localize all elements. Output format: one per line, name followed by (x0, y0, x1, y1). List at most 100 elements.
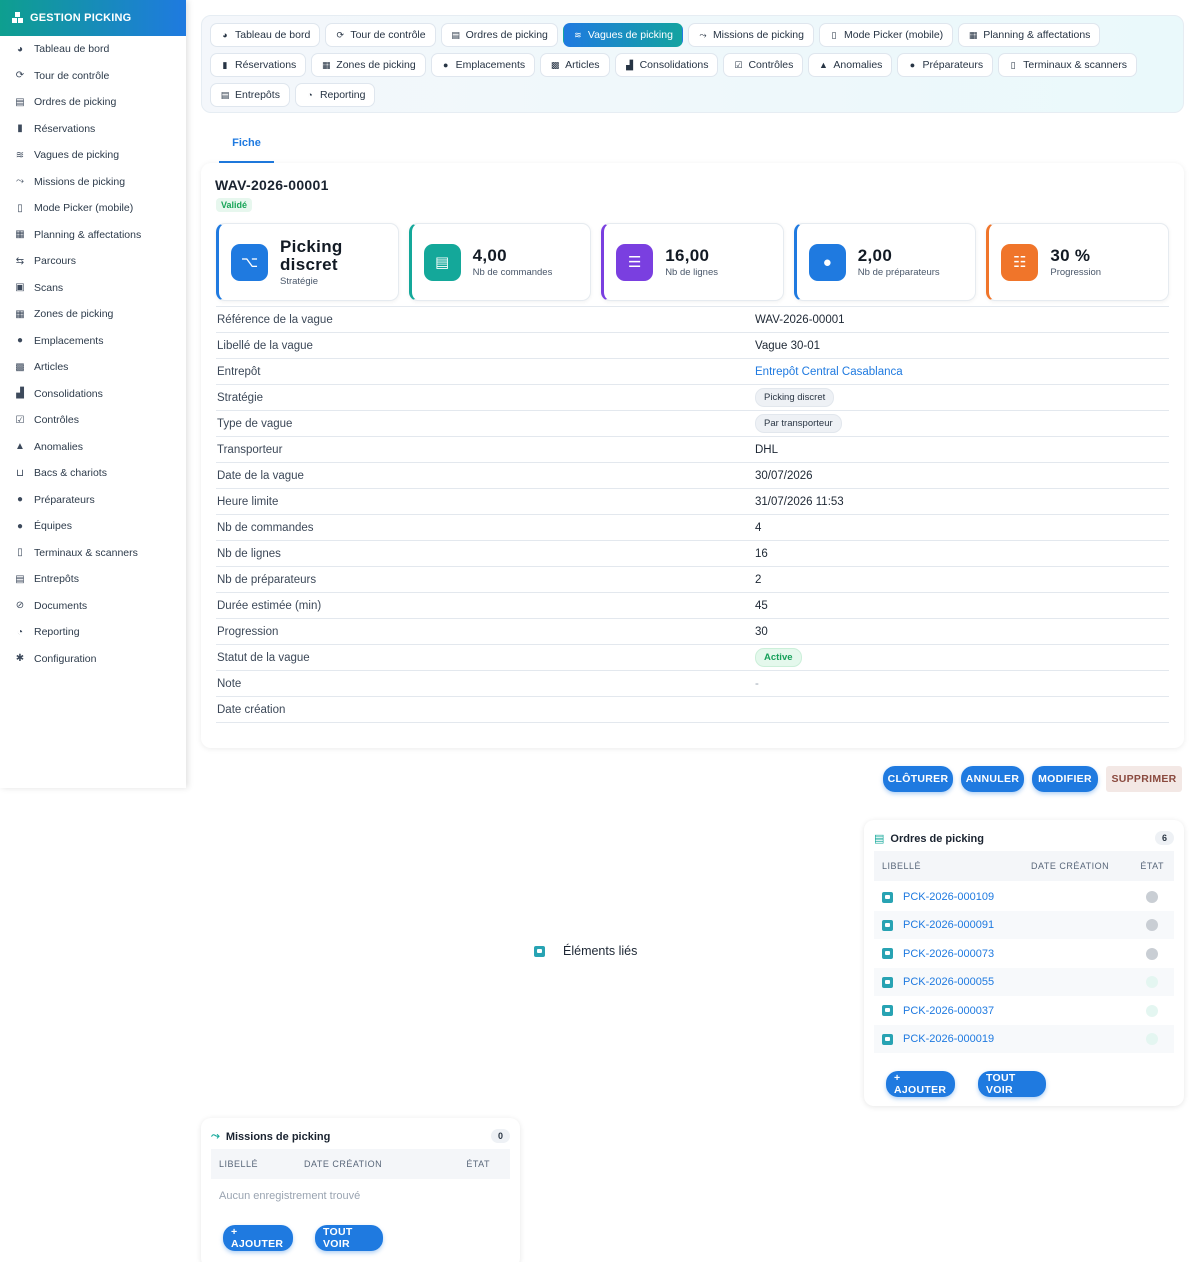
nav-pill-label: Ordres de picking (465, 29, 548, 41)
delete-button[interactable]: SUPPRIMER (1106, 766, 1182, 792)
orders-add-button[interactable]: + AJOUTER (886, 1071, 955, 1097)
nav-pill-row3-1[interactable]: ◔ Reporting (294, 83, 376, 107)
nav-pill-row2-5[interactable]: ☑ Contrôles (723, 53, 804, 77)
nav-pill-row2-4[interactable]: ▟ Consolidations (614, 53, 719, 77)
detail-value[interactable]: Entrepôt Central Casablanca (755, 366, 903, 378)
sidebar-item-2[interactable]: ▤ Ordres de picking (0, 89, 186, 116)
sidebar-item-15[interactable]: ▲ Anomalies (0, 434, 186, 461)
edit-button[interactable]: MODIFIER (1032, 766, 1098, 792)
col-libelle[interactable]: LIBELLÉ (882, 861, 921, 871)
missions-add-button[interactable]: + AJOUTER (223, 1225, 293, 1251)
table-row[interactable]: PCK-2026-000109 (874, 883, 1174, 911)
module-nav-row-3: ▤ Entrepôts ◔ Reporting (210, 83, 376, 107)
nav-pill-row1-2[interactable]: ▤ Ordres de picking (440, 23, 558, 47)
detail-label: Type de vague (217, 417, 293, 430)
nav-pill-label: Tableau de bord (235, 29, 311, 41)
sidebar-item-10[interactable]: ▦ Zones de picking (0, 301, 186, 328)
sidebar-item-13[interactable]: ▟ Consolidations (0, 381, 186, 408)
col-etat[interactable]: ÉTAT (1140, 861, 1164, 871)
list-icon: ☰ (616, 243, 654, 281)
sidebar-item-4[interactable]: ≋ Vagues de picking (0, 142, 186, 169)
tab-fiche[interactable]: Fiche (219, 125, 274, 163)
sidebar-item-17[interactable]: ● Préparateurs (0, 487, 186, 514)
sidebar-item-14[interactable]: ☑ Contrôles (0, 407, 186, 434)
sidebar-item-19[interactable]: ▯ Terminaux & scanners (0, 540, 186, 567)
sidebar-item-21[interactable]: ⊘ Documents (0, 593, 186, 620)
detail-value: 2 (755, 573, 762, 586)
table-row[interactable]: PCK-2026-000019 (874, 1025, 1174, 1053)
nav-pill-row1-5[interactable]: ▯ Mode Picker (mobile) (818, 23, 954, 47)
order-link[interactable]: PCK-2026-000073 (903, 948, 994, 960)
user-gear-icon: ● (16, 494, 24, 506)
order-link[interactable]: PCK-2026-000019 (903, 1033, 994, 1045)
order-link[interactable]: PCK-2026-000055 (903, 976, 994, 988)
sidebar-item-7[interactable]: ▦ Planning & affectations (0, 222, 186, 249)
order-link[interactable]: PCK-2026-000109 (903, 891, 994, 903)
sidebar-item-1[interactable]: ⟳ Tour de contrôle (0, 63, 186, 90)
order-link[interactable]: PCK-2026-000037 (903, 1005, 994, 1017)
sidebar-item-23[interactable]: ✱ Configuration (0, 646, 186, 673)
sidebar-item-11[interactable]: ● Emplacements (0, 328, 186, 355)
table-row[interactable]: PCK-2026-000091 (874, 911, 1174, 940)
table-row[interactable]: PCK-2026-000037 (874, 997, 1174, 1025)
sidebar-item-6[interactable]: ▯ Mode Picker (mobile) (0, 195, 186, 222)
sidebar-item-16[interactable]: ⊔ Bacs & chariots (0, 460, 186, 487)
col-date-creation[interactable]: DATE CRÉATION (304, 1159, 382, 1169)
missions-view-all-button[interactable]: TOUT VOIR (315, 1225, 383, 1251)
linked-title: Éléments liés (563, 944, 638, 958)
nav-pill-row1-6[interactable]: ▦ Planning & affectations (958, 23, 1101, 47)
nav-pill-row2-1[interactable]: ▦ Zones de picking (311, 53, 426, 77)
cancel-button[interactable]: ANNULER (961, 766, 1024, 792)
state-dot (1146, 1033, 1158, 1045)
nav-pill-row2-2[interactable]: ● Emplacements (430, 53, 536, 77)
sidebar-item-0[interactable]: ◕ Tableau de bord (0, 36, 186, 63)
nav-pill-row2-8[interactable]: ▯ Terminaux & scanners (998, 53, 1138, 77)
table-row[interactable]: PCK-2026-000055 (874, 968, 1174, 997)
sidebar-item-12[interactable]: ▩ Articles (0, 354, 186, 381)
sidebar-item-20[interactable]: ▤ Entrepôts (0, 566, 186, 593)
sidebar-item-18[interactable]: ● Équipes (0, 513, 186, 540)
kpi-text: 4,00 Nb de commandes (472, 246, 553, 278)
sidebar-item-8[interactable]: ⇆ Parcours (0, 248, 186, 275)
location-pin-icon: ● (16, 335, 24, 347)
nav-pill-row1-4[interactable]: ⤳ Missions de picking (687, 23, 814, 47)
sidebar-item-5[interactable]: ⤳ Missions de picking (0, 169, 186, 196)
detail-value: Active (755, 648, 802, 667)
col-etat[interactable]: ÉTAT (466, 1159, 490, 1169)
close-button[interactable]: CLÔTURER (883, 766, 953, 792)
dashboard-icon: ◕ (222, 30, 228, 40)
sidebar-item-3[interactable]: ▮ Réservations (0, 116, 186, 143)
nav-pill-row2-6[interactable]: ▲ Anomalies (808, 53, 893, 77)
nav-pill-row2-3[interactable]: ▩ Articles (540, 53, 610, 77)
kpi-value: 30 % (1050, 245, 1091, 265)
detail-label: Nb de commandes (217, 521, 314, 534)
mobile-icon: ▯ (831, 29, 837, 40)
nav-pill-row1-0[interactable]: ◕ Tableau de bord (210, 23, 321, 47)
detail-value: - (755, 677, 759, 690)
col-libelle[interactable]: LIBELLÉ (219, 1159, 258, 1169)
table-row[interactable]: PCK-2026-000073 (874, 940, 1174, 968)
state-dot (1146, 919, 1158, 932)
order-icon (882, 1033, 893, 1045)
col-date-creation[interactable]: DATE CRÉATION (1031, 861, 1109, 871)
nav-pill-row3-0[interactable]: ▤ Entrepôts (210, 83, 290, 107)
sidebar-item-label: Missions de picking (34, 175, 126, 188)
nav-pill-row1-3[interactable]: ≋ Vagues de picking (562, 23, 683, 47)
kpi-card-4: ☷ 30 % Progression (986, 223, 1169, 301)
paperclip-icon: ⊘ (15, 600, 25, 612)
nav-pill-row2-7[interactable]: ● Préparateurs (897, 53, 994, 77)
detail-label: Transporteur (217, 443, 283, 456)
clipboard-icon: ▤ (423, 243, 461, 281)
order-icon (882, 1005, 893, 1017)
sidebar-item-22[interactable]: ◔ Reporting (0, 619, 186, 646)
kpi-value: 16,00 (665, 245, 710, 265)
sidebar-item-9[interactable]: ▣ Scans (0, 275, 186, 302)
detail-label: Date création (217, 703, 286, 716)
sidebar-item-label: Tour de contrôle (34, 69, 110, 82)
order-link[interactable]: PCK-2026-000091 (903, 919, 994, 931)
nav-pill-row2-0[interactable]: ▮ Réservations (210, 53, 307, 77)
kpi-label: Nb de commandes (472, 266, 553, 278)
nav-pill-row1-1[interactable]: ⟳ Tour de contrôle (325, 23, 436, 47)
orders-view-all-button[interactable]: TOUT VOIR (978, 1071, 1046, 1097)
brand[interactable]: GESTION PICKING (0, 0, 186, 36)
